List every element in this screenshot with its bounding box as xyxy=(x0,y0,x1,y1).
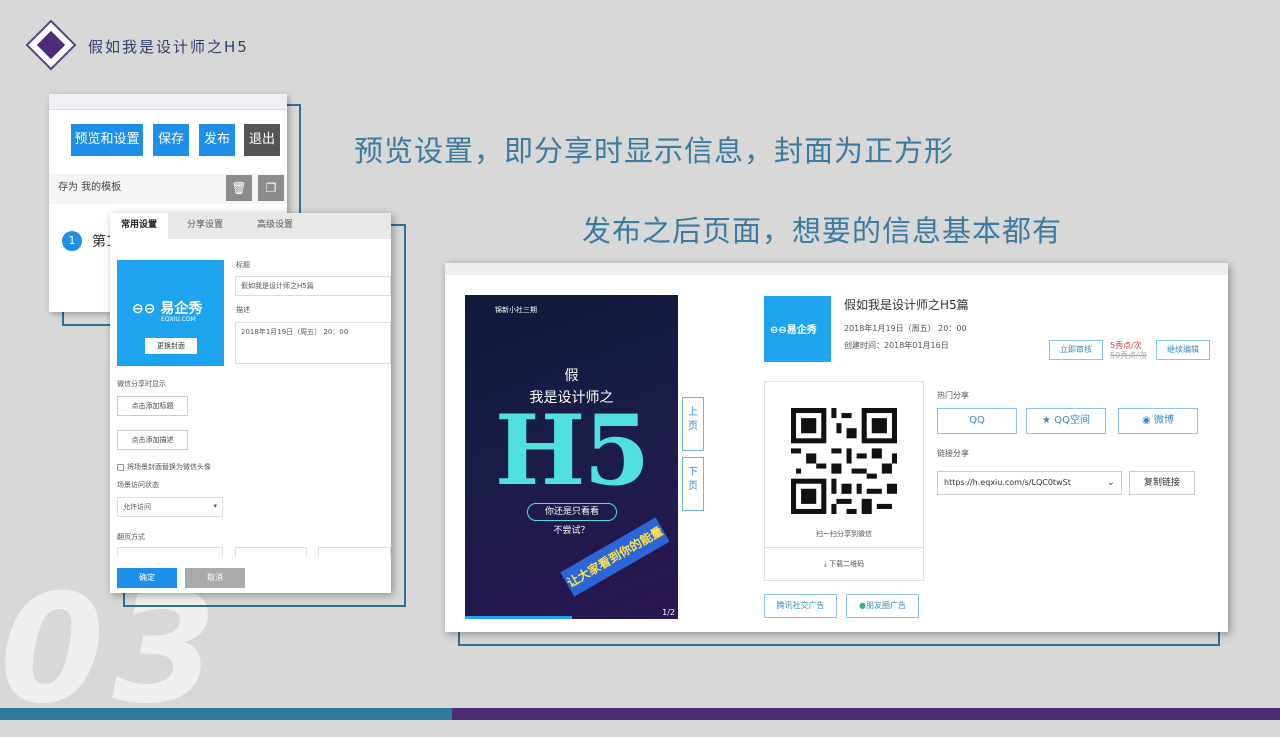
flip-select[interactable] xyxy=(117,547,223,557)
avatar-option-label: 将场景封面替换为微信头像 xyxy=(127,463,211,471)
publish-button[interactable]: 发布 xyxy=(199,124,235,156)
prev-page-button[interactable]: 上 页 xyxy=(682,397,704,451)
save-button[interactable]: 保存 xyxy=(153,124,189,156)
preview-settings-button[interactable]: 预览和设置 xyxy=(71,124,143,156)
created-time: 创建时间：2018年01月16日 xyxy=(844,341,949,350)
cover-brand: 易企秀 xyxy=(786,325,817,336)
share-weibo-label: 微博 xyxy=(1153,415,1174,426)
cover-image: ⊖⊖ 易企秀 EQXIU.COM 更换封面 xyxy=(117,260,224,366)
published-topstrip xyxy=(445,263,1228,275)
access-select[interactable]: 允许访问 ▾ xyxy=(117,497,223,517)
caret-down-icon: ▾ xyxy=(213,502,217,510)
tab-common-settings[interactable]: 常用设置 xyxy=(110,213,168,239)
star-icon: ★ xyxy=(1042,415,1052,426)
published-date: 2018年1月19日（周五） 20：00 xyxy=(844,324,967,333)
tab-advanced-settings[interactable]: 高级设置 xyxy=(240,213,310,239)
add-title-button[interactable]: 点击添加标题 xyxy=(117,396,188,416)
change-cover-button[interactable]: 更换封面 xyxy=(145,338,197,354)
desc-label: 描述 xyxy=(236,306,250,314)
moments-ad-label: 朋友圈广告 xyxy=(865,601,906,610)
link-input[interactable]: https://h.eqxiu.com/s/LQC0twSt ⌄ xyxy=(937,471,1122,495)
flip-label: 翻页方式 xyxy=(117,533,145,541)
price-old: 50秀点/次 xyxy=(1110,351,1147,360)
share-weibo-button[interactable]: ◉ 微博 xyxy=(1118,408,1198,434)
qr-box: 扫一扫分享到微信 ⤓ 下载二维码 xyxy=(764,381,924,581)
bottom-bar-purple xyxy=(452,708,1280,720)
wechat-icon: ● xyxy=(859,601,866,610)
copy-link-button[interactable]: 复制链接 xyxy=(1129,471,1195,495)
continue-edit-button[interactable]: 继续编辑 xyxy=(1156,340,1210,360)
settings-tabs: 常用设置 分享设置 高级设置 xyxy=(110,213,391,239)
download-qr-button[interactable]: ⤓ 下载二维码 xyxy=(765,559,923,569)
poster-page-indicator: 1/2 xyxy=(662,608,675,617)
moments-ad-button[interactable]: ●朋友圈广告 xyxy=(846,594,919,618)
published-panel: 锦新小社三期 假 我是设计师之 H5 你还是只看看 不尝试？ 让大家看到你的能量… xyxy=(445,263,1228,632)
download-qr-label: 下载二维码 xyxy=(829,560,865,568)
access-label: 场景访问状态 xyxy=(117,481,159,489)
share-qzone-button[interactable]: ★ QQ空间 xyxy=(1026,408,1106,434)
download-icon: ⤓ xyxy=(823,560,827,568)
title-input[interactable]: 假如我是设计师之H5篇 xyxy=(235,276,391,296)
trash-icon[interactable]: 🗑 xyxy=(226,175,252,201)
poster-pill: 你还是只看看 xyxy=(527,503,617,521)
eqxiu-logo-icon: ⊖⊖ xyxy=(770,325,787,336)
published-title: 假如我是设计师之H5篇 xyxy=(844,298,969,312)
cover-logo: ⊖⊖ 易企秀 xyxy=(132,298,202,318)
tencent-ad-button[interactable]: 腾讯社交广告 xyxy=(764,594,837,618)
step-number: 1 xyxy=(62,231,82,251)
exit-button[interactable]: 退出 xyxy=(244,124,280,156)
chevron-down-icon: ⌄ xyxy=(1106,477,1115,488)
flip-option-box[interactable] xyxy=(235,547,307,557)
editor-topstrip xyxy=(49,94,287,110)
cancel-button[interactable]: 取消 xyxy=(185,568,245,588)
desc-textarea[interactable]: 2018年1月19日（周五） 20：00 xyxy=(235,322,391,364)
logo-diamond-icon xyxy=(25,19,77,71)
share-qzone-label: QQ空间 xyxy=(1054,415,1090,426)
poster-org: 锦新小社三期 xyxy=(495,306,537,314)
cover-domain: EQXIU.COM xyxy=(161,316,196,323)
hot-share-label: 热门分享 xyxy=(937,391,969,400)
tab-share-settings[interactable]: 分享设置 xyxy=(170,213,240,239)
title-label: 标题 xyxy=(236,261,250,269)
add-desc-button[interactable]: 点击添加描述 xyxy=(117,430,188,450)
qr-code xyxy=(791,408,897,514)
access-value: 允许访问 xyxy=(123,503,151,511)
published-heading: 发布之后页面，想要的信息基本都有 xyxy=(582,214,1063,248)
preview-heading: 预览设置，即分享时显示信息，封面为正方形 xyxy=(354,134,955,168)
published-cover: ⊖⊖易企秀 xyxy=(764,296,831,362)
flip-option-box[interactable] xyxy=(318,547,391,557)
copy-icon[interactable]: ❐ xyxy=(258,175,284,201)
link-value: https://h.eqxiu.com/s/LQC0twSt xyxy=(944,478,1071,487)
review-button[interactable]: 立即审核 xyxy=(1049,340,1103,360)
weibo-icon: ◉ xyxy=(1142,415,1151,426)
cover-brand: 易企秀 xyxy=(160,301,203,317)
cover-logo: ⊖⊖易企秀 xyxy=(770,321,817,336)
link-share-label: 链接分享 xyxy=(937,449,969,458)
wechat-share-label: 微信分享时显示 xyxy=(117,380,166,388)
ok-button[interactable]: 确定 xyxy=(117,568,177,588)
poster-progress xyxy=(465,616,572,619)
header-title: 假如我是设计师之H5 xyxy=(88,38,249,56)
settings-panel: 常用设置 分享设置 高级设置 ⊖⊖ 易企秀 EQXIU.COM 更换封面 标题 … xyxy=(110,213,391,593)
eqxiu-logo-icon: ⊖⊖ xyxy=(132,301,156,317)
avatar-option[interactable]: 将场景封面替换为微信头像 xyxy=(117,462,211,472)
next-page-button[interactable]: 下 页 xyxy=(682,457,704,511)
share-qq-button[interactable]: QQ xyxy=(937,408,1017,434)
bottom-bar-teal xyxy=(0,708,452,720)
h5-poster: 锦新小社三期 假 我是设计师之 H5 你还是只看看 不尝试？ 让大家看到你的能量… xyxy=(465,295,678,619)
poster-h5: H5 xyxy=(494,394,651,507)
poster-line1: 假 xyxy=(564,368,579,384)
qr-caption: 扫一扫分享到微信 xyxy=(816,530,872,538)
checkbox-icon[interactable] xyxy=(117,463,124,471)
qr-divider xyxy=(765,547,923,548)
